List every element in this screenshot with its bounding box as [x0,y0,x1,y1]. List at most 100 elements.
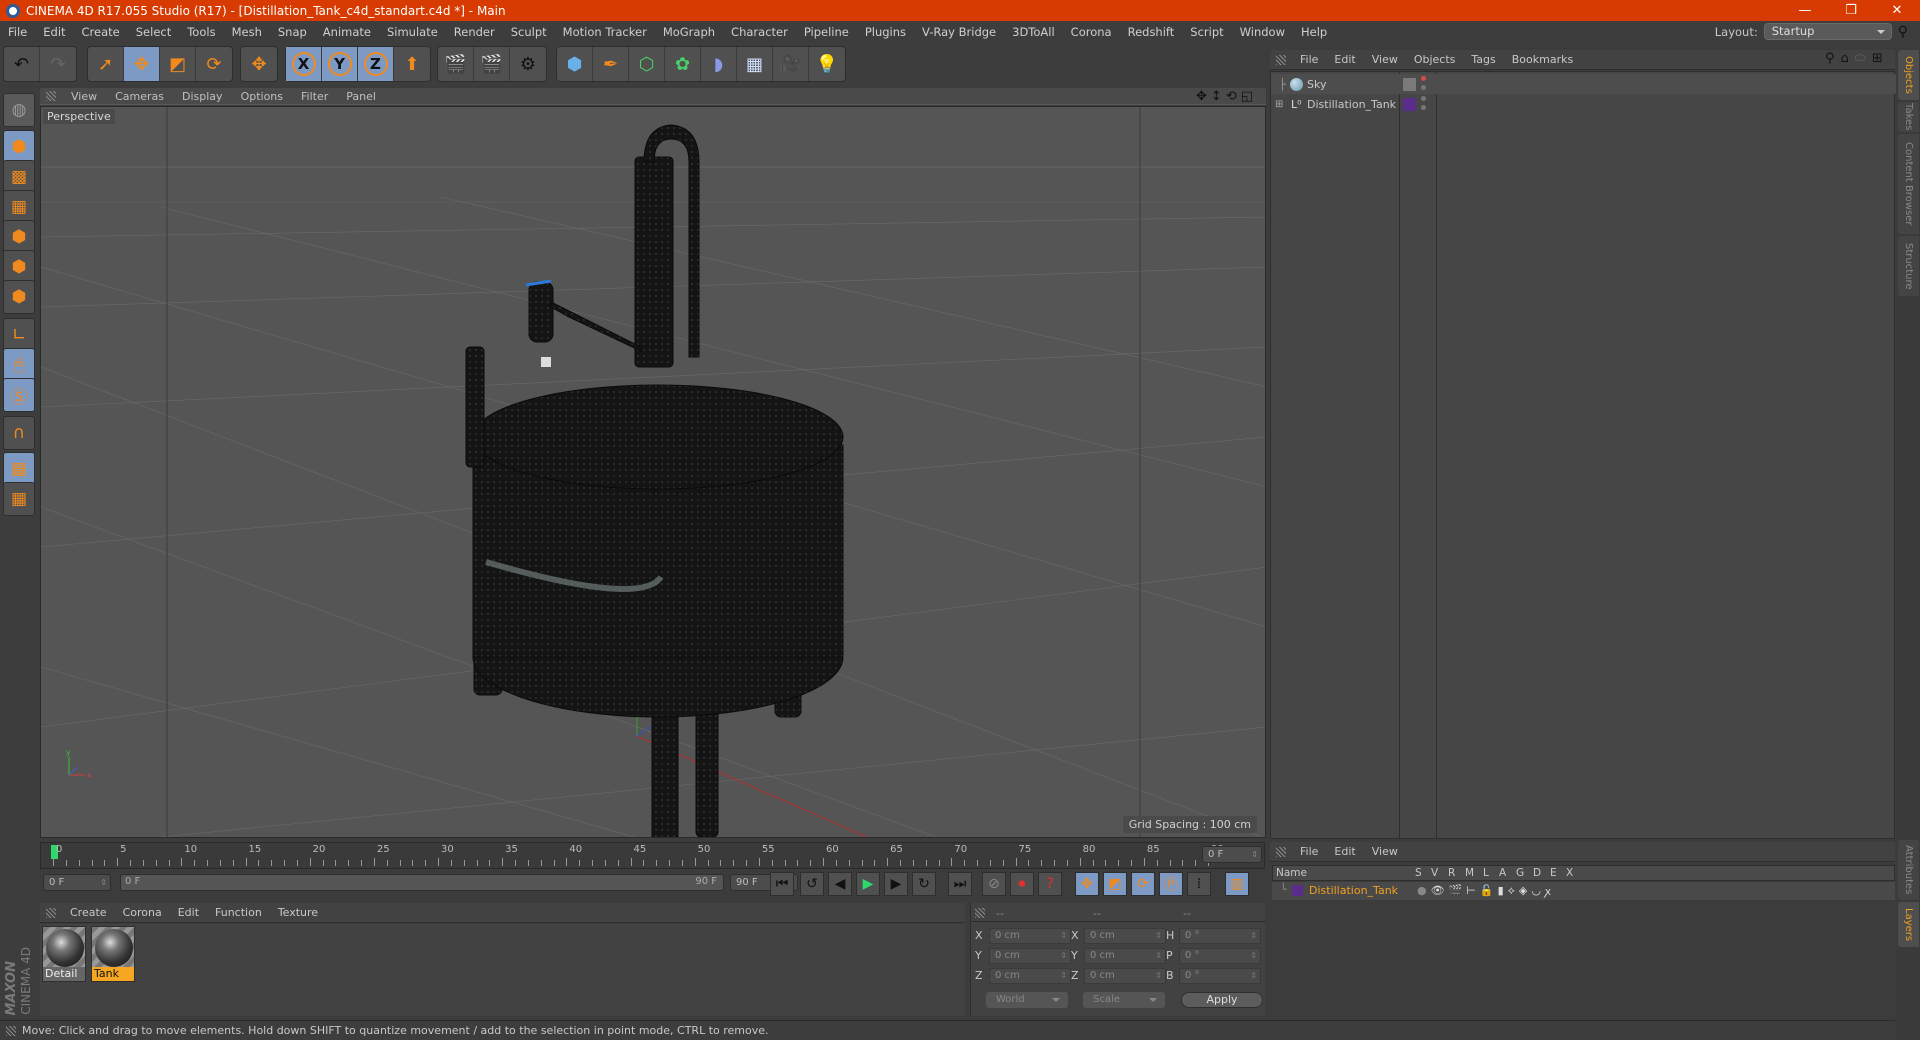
viewport-menu-panel[interactable]: Panel [337,90,385,103]
menu-3dtoall[interactable]: 3DToAll [1004,25,1063,39]
new-window-icon[interactable]: ⊞ [1872,51,1883,66]
editor-visibility-dot[interactable] [1421,96,1426,101]
menu-create[interactable]: Create [74,25,128,39]
menu-edit[interactable]: Edit [35,25,73,39]
menu-character[interactable]: Character [723,25,796,39]
menu-redshift[interactable]: Redshift [1120,25,1183,39]
layers-menu-edit[interactable]: Edit [1326,845,1363,858]
tab-layers[interactable]: Layers [1898,902,1919,947]
menu-plugins[interactable]: Plugins [857,25,914,39]
world-coordinates-icon[interactable]: ⬆ [394,47,430,81]
render-view-icon[interactable]: 🎬 [438,47,474,81]
record-disabled-icon[interactable]: ⊘ [982,872,1006,896]
scale-key-icon[interactable]: ◩ [1103,872,1127,896]
maximize-view-icon[interactable]: ◱ [1241,89,1253,104]
viewport-menu-options[interactable]: Options [232,90,292,103]
menu-script[interactable]: Script [1182,25,1231,39]
select-icon[interactable]: ➚ [88,47,124,81]
previous-key-icon[interactable]: ↺ [800,872,824,896]
menu-render[interactable]: Render [446,25,503,39]
tab-content-browser[interactable]: Content Browser [1898,134,1919,234]
bend-icon[interactable]: ◗ [701,47,737,81]
layer-color-swatch[interactable] [1292,885,1303,896]
menu-corona[interactable]: Corona [1063,25,1120,39]
material-menu-texture[interactable]: Texture [270,906,326,919]
objects-menu-objects[interactable]: Objects [1406,53,1464,66]
snap-icon[interactable]: Ⓢ [3,378,35,412]
light-icon[interactable]: 💡 [809,47,845,81]
panel-grip-icon[interactable] [46,91,56,101]
lock-icon[interactable]: 🔓 [1480,884,1494,899]
floor-icon[interactable]: ▦ [737,47,773,81]
layer-column-v[interactable]: V [1431,867,1438,879]
render-visibility-dot[interactable] [1421,85,1426,90]
polygons-mode-icon[interactable]: ⬢ [3,280,35,314]
workplane-mode-icon[interactable]: ▦ [3,190,35,224]
menu-motion-tracker[interactable]: Motion Tracker [555,25,655,39]
pla-key-icon[interactable]: ⁞ [1187,872,1211,896]
rotation-h-field[interactable]: 0 ° [1179,928,1261,944]
menu-file[interactable]: File [0,25,35,39]
render-settings-icon[interactable]: ⚙ [510,47,546,81]
layers-menu-view[interactable]: View [1364,845,1406,858]
object-name[interactable]: Sky [1307,78,1326,91]
layers-menu-file[interactable]: File [1292,845,1326,858]
eye-icon[interactable]: ⬭ [1855,51,1866,66]
camera-icon[interactable]: 🎥 [773,47,809,81]
rotate-view-icon[interactable]: ⟲ [1226,89,1237,104]
layer-color-tag[interactable] [1403,97,1416,111]
viewport-menu-view[interactable]: View [62,90,106,103]
object-row-sky[interactable]: ├ Sky [1271,74,1896,94]
menu-snap[interactable]: Snap [270,25,315,39]
panel-grip-icon[interactable] [1276,54,1286,65]
objects-menu-tags[interactable]: Tags [1463,53,1503,66]
rotation-b-field[interactable]: 0 ° [1179,968,1261,984]
tab-attributes[interactable]: Attributes [1898,840,1919,900]
transform-icon[interactable]: ✥ [241,47,277,81]
tab-takes[interactable]: Takes [1898,102,1919,132]
camera-label[interactable]: Perspective [43,109,115,124]
objects-menu-file[interactable]: File [1292,53,1326,66]
viewport-perspective[interactable]: y x Perspective Grid Spacing : 100 cm [40,106,1266,838]
render-icon[interactable]: 🎬 [1449,884,1463,899]
move-key-icon[interactable]: ✥ [1075,872,1099,896]
layer-column-m[interactable]: M [1465,867,1474,879]
play-icon[interactable]: ▶ [856,872,880,896]
deformers-icon[interactable]: ◈ [1519,884,1527,899]
home-icon[interactable]: ⌂ [1841,51,1849,66]
visible-icon[interactable]: 👁 [1431,884,1445,899]
points-mode-icon[interactable]: ⬢ [3,220,35,254]
render-visibility-dot[interactable] [1421,105,1426,110]
layout-dropdown[interactable]: Startup [1763,23,1892,40]
panel-grip-icon[interactable] [975,908,985,918]
position-y-field[interactable]: 0 cm [989,948,1071,964]
minimize-button[interactable]: — [1782,0,1828,21]
lock-workplane-icon[interactable]: ▦ [3,452,35,486]
expand-icon[interactable]: ⊞ [1275,99,1283,110]
layer-column-a[interactable]: A [1499,867,1506,879]
material-menu-edit[interactable]: Edit [170,906,207,919]
timeline-ruler[interactable]: 051015202530354045505560657075808590 [40,842,1265,869]
next-frame-icon[interactable]: ▶ [884,872,908,896]
menu-help[interactable]: Help [1293,25,1335,39]
rotate-icon[interactable]: ⟳ [196,47,232,81]
restore-button[interactable]: ❐ [1828,0,1874,21]
menu-v-ray-bridge[interactable]: V-Ray Bridge [914,25,1004,39]
material-menu-corona[interactable]: Corona [115,906,170,919]
object-row-distillation-tank[interactable]: ⊞ L⁰ Distillation_Tank [1271,94,1896,114]
layer-column-x[interactable]: X [1566,867,1573,879]
search-icon[interactable]: ⚲ [1898,24,1908,40]
menu-sculpt[interactable]: Sculpt [503,25,555,39]
layer-column-r[interactable]: R [1448,867,1455,879]
apply-button[interactable]: Apply [1181,992,1263,1008]
objects-menu-view[interactable]: View [1364,53,1406,66]
panel-grip-icon[interactable] [1276,846,1286,857]
magnet-icon[interactable]: ∩ [3,416,35,450]
size-y-field[interactable]: 0 cm [1084,948,1166,964]
model-mode-icon[interactable]: ⬢ [3,130,35,164]
layer-name[interactable]: Distillation_Tank [1309,884,1398,897]
x-axis-icon[interactable]: X [286,47,322,81]
rotate-key-icon[interactable]: ⟳ [1131,872,1155,896]
axis-mode-icon[interactable]: ∟ [3,318,35,352]
animation-icon[interactable]: ▮ [1498,884,1504,899]
